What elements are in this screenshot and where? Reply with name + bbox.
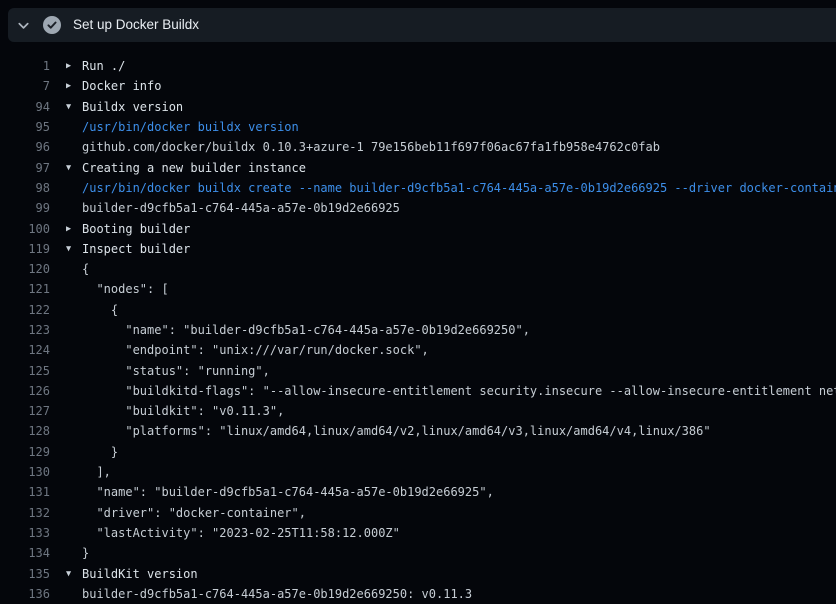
line-number[interactable]: 100 (0, 222, 50, 236)
line-number[interactable]: 136 (0, 587, 50, 601)
line-number[interactable]: 119 (0, 242, 50, 256)
line-number[interactable]: 125 (0, 364, 50, 378)
log-text: "lastActivity": "2023-02-25T11:58:12.000… (82, 526, 400, 540)
check-circle-icon (43, 16, 61, 34)
group-expanded-arrow-icon[interactable]: ▼ (66, 569, 78, 579)
log-line: 130 ], (0, 462, 836, 482)
log-text: Docker info (82, 79, 161, 93)
log-text: "endpoint": "unix:///var/run/docker.sock… (82, 343, 429, 357)
log-text: } (82, 445, 118, 459)
group-expanded-arrow-icon[interactable]: ▼ (66, 163, 78, 173)
line-number[interactable]: 131 (0, 485, 50, 499)
log-group-row[interactable]: 7 ▶ Docker info (0, 76, 836, 96)
log-text: } (82, 546, 89, 560)
line-number[interactable]: 7 (0, 79, 50, 93)
log-line: 127 "buildkit": "v0.11.3", (0, 401, 836, 421)
line-number[interactable]: 97 (0, 161, 50, 175)
log-text: /usr/bin/docker buildx version (82, 120, 299, 134)
group-collapsed-arrow-icon[interactable]: ▶ (66, 224, 78, 234)
line-number[interactable]: 133 (0, 526, 50, 540)
log-line: 136 builder-d9cfb5a1-c764-445a-a57e-0b19d… (0, 584, 836, 604)
log-line: 123 "name": "builder-d9cfb5a1-c764-445a-… (0, 320, 836, 340)
log-text: BuildKit version (82, 567, 198, 581)
line-number[interactable]: 122 (0, 303, 50, 317)
log-viewer: 1 ▶ Run ./ 7 ▶ Docker info 94 ▼ Buildx version 95… (0, 44, 836, 604)
log-text: Creating a new builder instance (82, 161, 306, 175)
step-title: Set up Docker Buildx (73, 8, 199, 42)
log-line: 131 "name": "builder-d9cfb5a1-c764-445a-… (0, 482, 836, 502)
line-number[interactable]: 99 (0, 201, 50, 215)
log-line: 134} (0, 543, 836, 563)
line-number[interactable]: 1 (0, 59, 50, 73)
log-text: Booting builder (82, 222, 190, 236)
log-line: 133 "lastActivity": "2023-02-25T11:58:12… (0, 523, 836, 543)
line-number[interactable]: 120 (0, 262, 50, 276)
group-expanded-arrow-icon[interactable]: ▼ (66, 244, 78, 254)
log-group-row[interactable]: 100 ▶ Booting builder (0, 218, 836, 238)
log-text: { (82, 262, 89, 276)
log-line: 132 "driver": "docker-container", (0, 503, 836, 523)
log-line: 96 github.com/docker/buildx 0.10.3+azure-… (0, 137, 836, 157)
line-number[interactable]: 130 (0, 465, 50, 479)
log-group-row[interactable]: 119 ▼ Inspect builder (0, 239, 836, 259)
line-number[interactable]: 94 (0, 100, 50, 114)
log-group-row[interactable]: 94 ▼ Buildx version (0, 97, 836, 117)
log-text: Inspect builder (82, 242, 190, 256)
line-number[interactable]: 96 (0, 140, 50, 154)
line-number[interactable]: 121 (0, 282, 50, 296)
log-text: "status": "running", (82, 364, 270, 378)
log-text: builder-d9cfb5a1-c764-445a-a57e-0b19d2e6… (82, 201, 400, 215)
log-text: ], (82, 465, 111, 479)
line-number[interactable]: 127 (0, 404, 50, 418)
log-line: 95/usr/bin/docker buildx version (0, 117, 836, 137)
line-number[interactable]: 124 (0, 343, 50, 357)
log-text: "driver": "docker-container", (82, 506, 306, 520)
line-number[interactable]: 129 (0, 445, 50, 459)
line-number[interactable]: 128 (0, 424, 50, 438)
log-line: 121 "nodes": [ (0, 279, 836, 299)
line-number[interactable]: 132 (0, 506, 50, 520)
line-number[interactable]: 98 (0, 181, 50, 195)
step-header[interactable]: Set up Docker Buildx (8, 8, 836, 42)
log-group-row[interactable]: 1 ▶ Run ./ (0, 56, 836, 76)
log-text: builder-d9cfb5a1-c764-445a-a57e-0b19d2e6… (82, 587, 472, 601)
line-number[interactable]: 135 (0, 567, 50, 581)
group-collapsed-arrow-icon[interactable]: ▶ (66, 61, 78, 71)
log-line: 128 "platforms": "linux/amd64,linux/amd6… (0, 421, 836, 441)
log-group-row[interactable]: 135 ▼ BuildKit version (0, 563, 836, 583)
log-line: 125 "status": "running", (0, 360, 836, 380)
log-line: 98/usr/bin/docker buildx create --name b… (0, 178, 836, 198)
log-line: 124 "endpoint": "unix:///var/run/docker.… (0, 340, 836, 360)
log-line: 99 builder-d9cfb5a1-c764-445a-a57e-0b19d2… (0, 198, 836, 218)
group-collapsed-arrow-icon[interactable]: ▶ (66, 81, 78, 91)
log-text: "name": "builder-d9cfb5a1-c764-445a-a57e… (82, 485, 494, 499)
log-text: "name": "builder-d9cfb5a1-c764-445a-a57e… (82, 323, 530, 337)
log-line: 122 { (0, 300, 836, 320)
log-text: Run ./ (82, 59, 125, 73)
log-text: github.com/docker/buildx 0.10.3+azure-1 … (82, 140, 660, 154)
log-line: 126 "buildkitd-flags": "--allow-insecure… (0, 381, 836, 401)
group-expanded-arrow-icon[interactable]: ▼ (66, 102, 78, 112)
line-number[interactable]: 123 (0, 323, 50, 337)
log-text: "nodes": [ (82, 282, 169, 296)
log-text: "buildkit": "v0.11.3", (82, 404, 284, 418)
chevron-down-icon[interactable] (16, 18, 31, 33)
log-line: 129 } (0, 442, 836, 462)
line-number[interactable]: 126 (0, 384, 50, 398)
log-group-row[interactable]: 97 ▼ Creating a new builder instance (0, 157, 836, 177)
line-number[interactable]: 95 (0, 120, 50, 134)
log-text: /usr/bin/docker buildx create --name bui… (82, 181, 836, 195)
log-text: { (82, 303, 118, 317)
log-text: "buildkitd-flags": "--allow-insecure-ent… (82, 384, 836, 398)
line-number[interactable]: 134 (0, 546, 50, 560)
log-line: 120 { (0, 259, 836, 279)
log-text: "platforms": "linux/amd64,linux/amd64/v2… (82, 424, 711, 438)
log-text: Buildx version (82, 100, 183, 114)
